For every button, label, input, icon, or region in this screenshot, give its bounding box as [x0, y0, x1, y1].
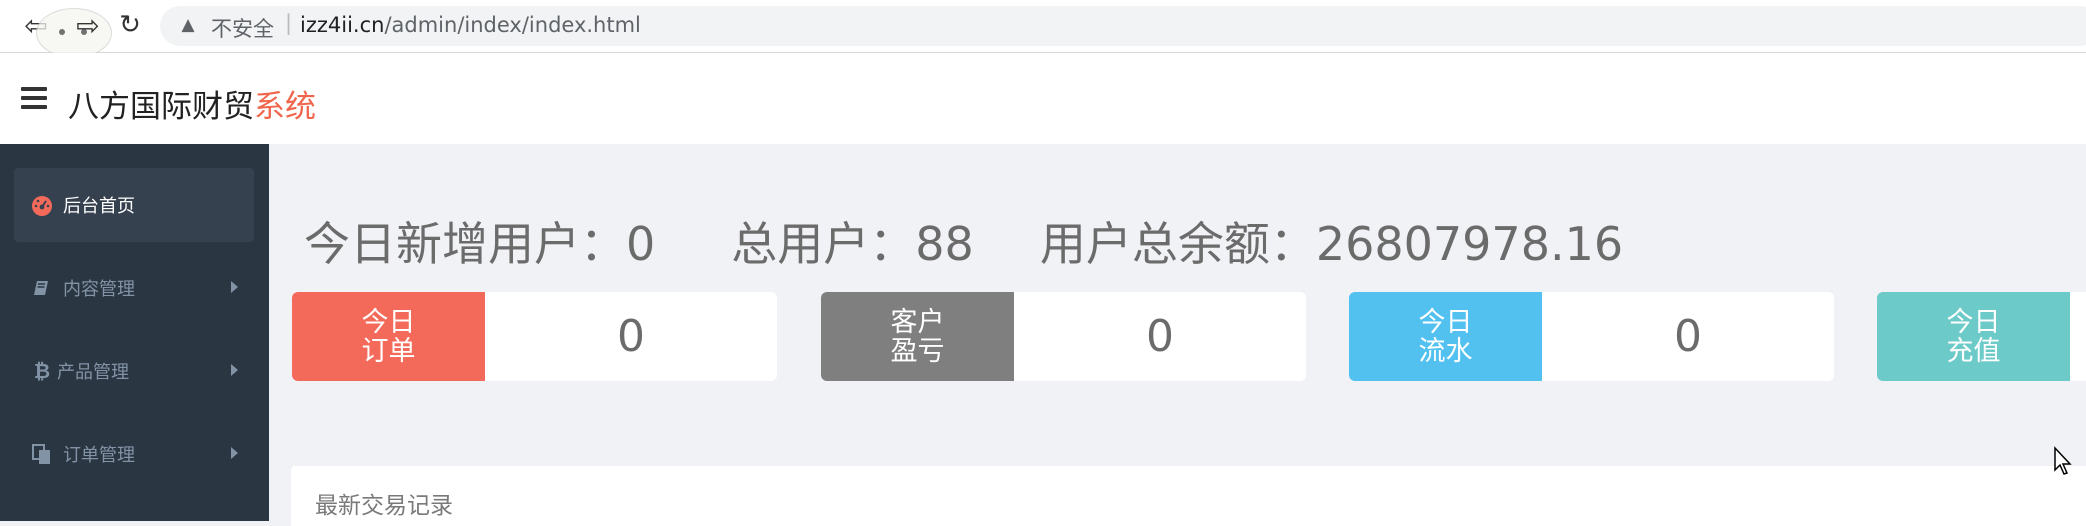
sidebar-item-content[interactable]: 内容管理	[14, 251, 254, 325]
latest-transactions-panel: 最新交易记录	[291, 466, 2086, 526]
panel-title: 最新交易记录	[315, 493, 453, 519]
sidebar-item-label: 后台首页	[63, 196, 135, 217]
reload-icon[interactable]: ↻	[113, 8, 147, 42]
sidebar-item-products[interactable]: ₿ 产品管理	[14, 334, 254, 408]
sidebar-item-home[interactable]: 后台首页	[14, 168, 254, 242]
browser-toolbar: ⇦ ⇨ ↻ ▲ 不安全 | izz4ii.cn/admin/index/inde…	[0, 0, 2086, 58]
brand-main: 八方国际财贸	[68, 89, 254, 125]
stat-card-customer-pnl[interactable]: 客户 盈亏 0	[821, 292, 1306, 381]
card-value: 0	[1674, 311, 1702, 362]
warning-icon[interactable]: ▲	[178, 15, 198, 35]
dashboard-icon	[29, 192, 55, 218]
total-users-value: 88	[915, 217, 974, 271]
chevron-right-icon	[231, 364, 238, 376]
address-separator: |	[285, 11, 293, 35]
balance-label: 用户总余额：	[1039, 217, 1316, 271]
forward-arrow-icon[interactable]: ⇨	[71, 8, 105, 42]
url-host: izz4ii.cn	[300, 13, 385, 37]
card-value	[2070, 292, 2086, 381]
url-text[interactable]: izz4ii.cn/admin/index/index.html	[300, 13, 641, 37]
new-users-value: 0	[626, 217, 656, 271]
mouse-cursor-icon	[2054, 446, 2072, 475]
chevron-right-icon	[231, 447, 238, 459]
summary-stats: 今日新增用户：0 总用户：88 用户总余额：26807978.16	[304, 208, 1623, 274]
stat-card-today-recharge[interactable]: 今日 充值	[1877, 292, 2086, 381]
chevron-right-icon	[231, 281, 238, 293]
copy-icon	[29, 441, 55, 467]
app-header: 八方国际财贸系统	[0, 53, 2086, 144]
brand-accent: 系统	[254, 89, 316, 125]
bitcoin-icon: ₿	[33, 358, 51, 383]
balance-value: 26807978.16	[1315, 217, 1624, 271]
sidebar-item-label: 内容管理	[63, 279, 135, 300]
brand-title: 八方国际财贸系统	[68, 81, 316, 126]
card-value: 0	[1146, 311, 1174, 362]
stat-card-today-flow[interactable]: 今日 流水 0	[1349, 292, 1834, 381]
total-users-label: 总用户：	[731, 217, 916, 271]
card-label: 今日 订单	[292, 292, 485, 381]
security-label[interactable]: 不安全	[211, 13, 274, 43]
menu-toggle-icon[interactable]	[21, 87, 47, 109]
mascot-eye	[59, 29, 65, 35]
sidebar-item-label: 订单管理	[63, 445, 135, 466]
sidebar-item-orders[interactable]: 订单管理	[14, 417, 254, 491]
card-label: 今日 流水	[1349, 292, 1542, 381]
new-users-label: 今日新增用户：	[304, 217, 626, 271]
sidebar: 后台首页 内容管理 ₿ 产品管理 订单管理	[0, 144, 269, 521]
card-label: 今日 充值	[1877, 292, 2070, 381]
book-icon	[29, 275, 55, 301]
card-label: 客户 盈亏	[821, 292, 1014, 381]
sidebar-item-label: 产品管理	[57, 362, 129, 383]
url-path: /admin/index/index.html	[384, 13, 641, 37]
stat-card-today-orders[interactable]: 今日 订单 0	[292, 292, 777, 381]
card-value: 0	[617, 311, 645, 362]
